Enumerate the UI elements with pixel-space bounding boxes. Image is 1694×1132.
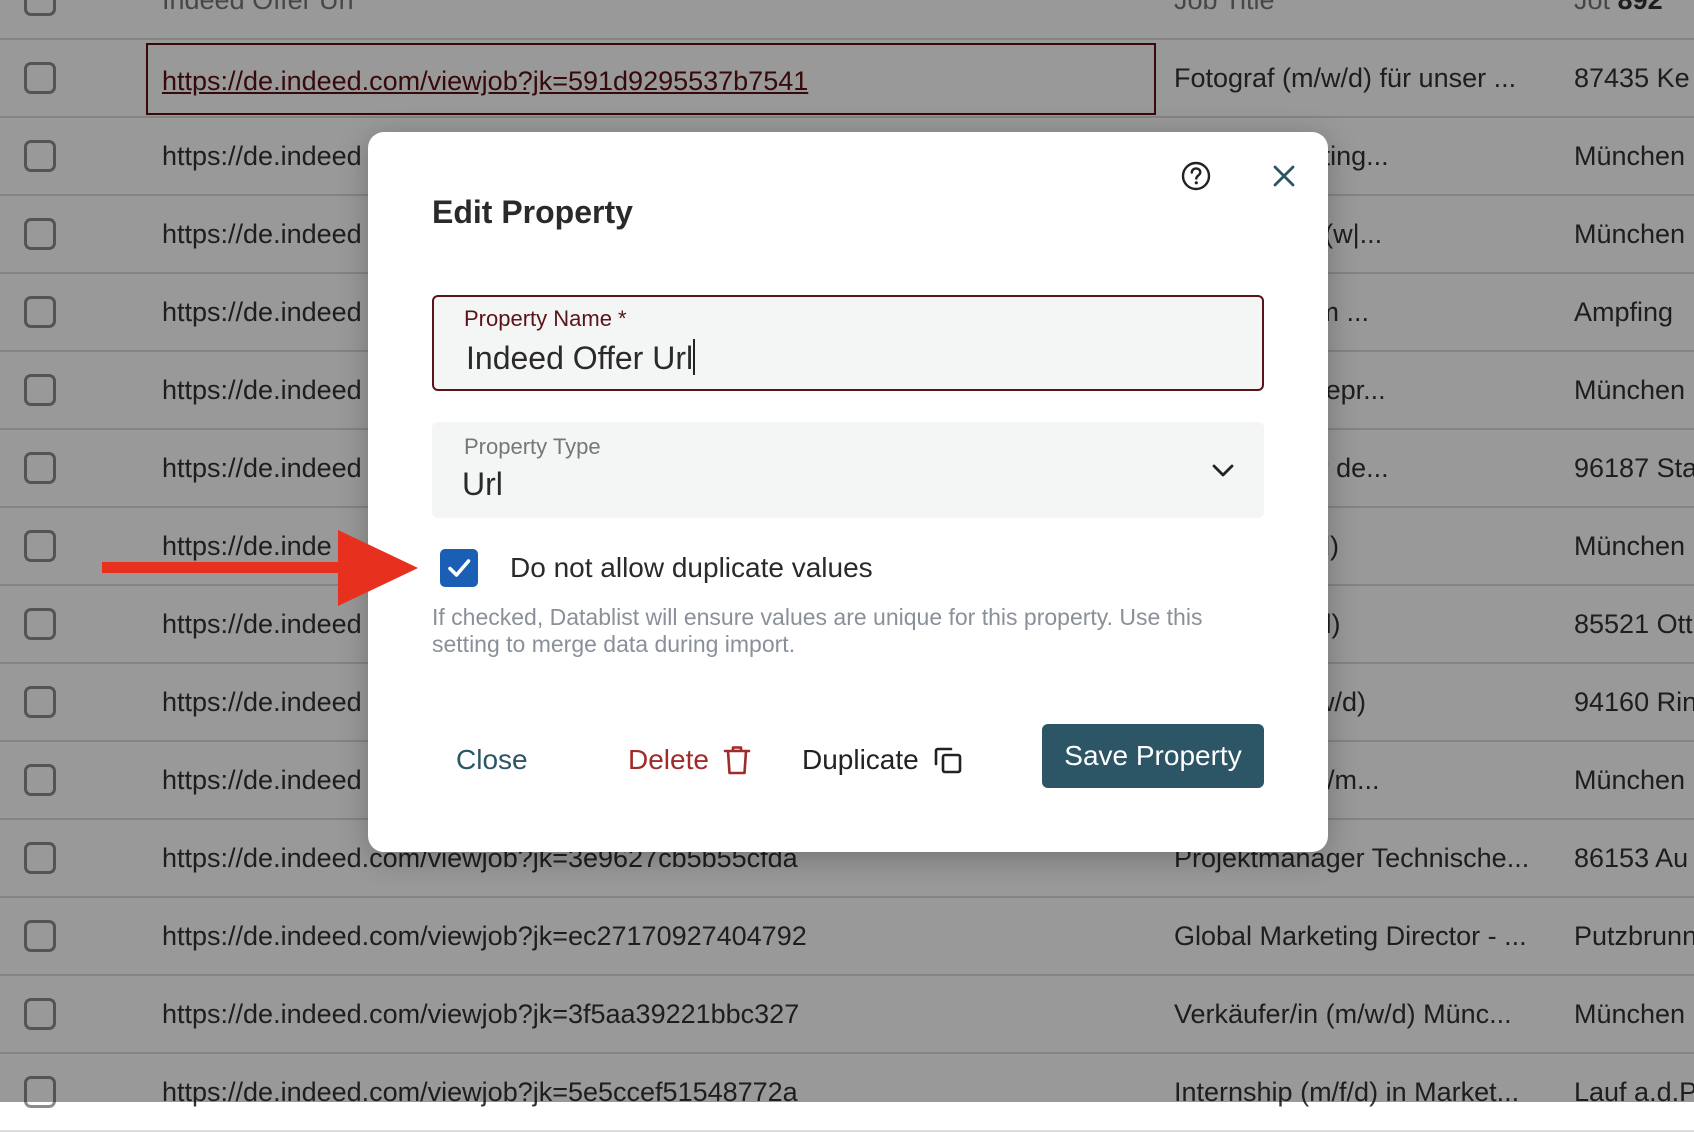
delete-button[interactable]: Delete [628, 728, 751, 792]
help-circle-icon [1181, 161, 1211, 191]
property-name-input[interactable]: Indeed Offer Url [466, 339, 1226, 377]
unique-values-hint: If checked, Datablist will ensure values… [432, 604, 1203, 657]
close-button[interactable]: Close [456, 728, 528, 792]
save-property-button[interactable]: Save Property [1042, 724, 1264, 788]
property-type-value: Url [462, 466, 503, 502]
check-icon [448, 559, 471, 577]
chevron-down-icon [1212, 464, 1234, 477]
annotation-arrow [102, 530, 418, 606]
copy-icon [934, 747, 962, 774]
unique-values-label[interactable]: Do not allow duplicate values [510, 550, 873, 586]
close-dialog-button[interactable] [1262, 154, 1306, 198]
property-name-label: Property Name * [464, 306, 627, 331]
help-button[interactable] [1174, 154, 1218, 198]
property-type-select[interactable]: Property Type Url [432, 422, 1264, 518]
edit-property-dialog: Edit Property Property Name * Indeed Off… [368, 132, 1328, 852]
property-name-field[interactable]: Property Name * Indeed Offer Url [432, 295, 1264, 391]
property-type-label: Property Type [464, 434, 601, 459]
duplicate-button[interactable]: Duplicate [802, 728, 963, 792]
close-icon [1273, 165, 1295, 187]
text-caret [693, 339, 696, 375]
dialog-title: Edit Property [432, 194, 633, 230]
unique-values-checkbox[interactable] [440, 549, 478, 587]
trash-icon [723, 746, 751, 775]
